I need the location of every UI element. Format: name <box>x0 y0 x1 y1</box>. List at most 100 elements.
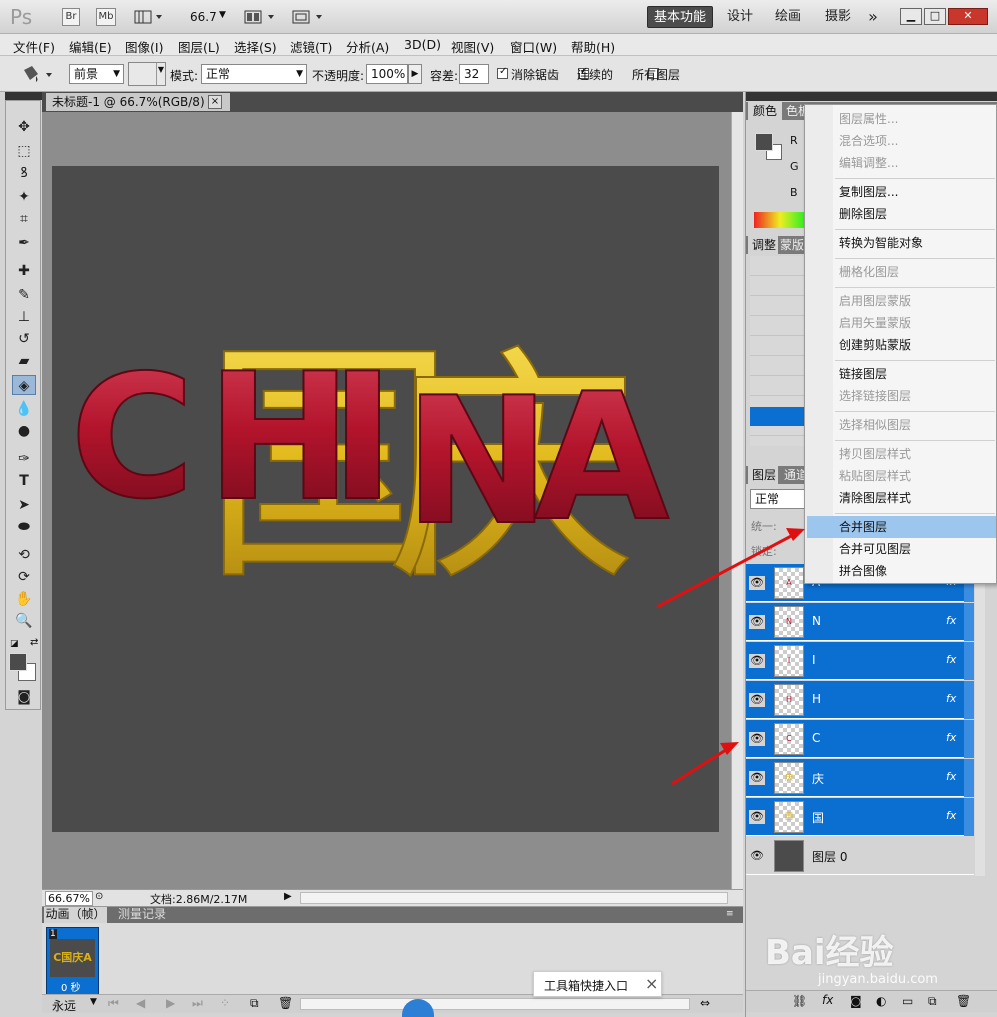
zoom-level[interactable]: 66.7 <box>190 10 217 24</box>
3d-orbit-tool-icon[interactable]: ⟳ <box>12 567 36 587</box>
layers-scrollbar[interactable] <box>975 560 985 876</box>
ellipse-tool-icon[interactable]: ⬬ <box>12 517 36 537</box>
layer-fx-icon[interactable]: fx <box>946 653 956 666</box>
menu-item-delete-layer[interactable]: 删除图层 <box>839 204 887 224</box>
layer-row[interactable]: 👁 H H fx <box>746 681 974 719</box>
panel-fg-swatch[interactable] <box>755 133 773 151</box>
prev-frame-icon[interactable]: ◀ <box>136 996 145 1010</box>
canvas[interactable]: 国 庆 C H I N A <box>52 166 719 832</box>
add-mask-icon[interactable]: ◙ <box>850 994 862 1008</box>
layer-fx-icon[interactable]: fx <box>946 809 956 822</box>
menu-item-flatten-image[interactable]: 拼合图像 <box>839 561 887 581</box>
tab-animation-frames[interactable]: 动画（帧） <box>44 907 107 923</box>
zoom-status[interactable]: 66.67% <box>45 891 93 906</box>
first-frame-icon[interactable]: ⏮ <box>108 996 119 1011</box>
view-extras-icon[interactable] <box>134 9 164 25</box>
color-spectrum-bar[interactable] <box>754 212 806 228</box>
layer-fx-icon[interactable]: fx <box>946 692 956 705</box>
timeline-scrollbar[interactable] <box>300 998 690 1010</box>
menu-analysis[interactable]: 分析(A) <box>346 37 389 56</box>
menu-select[interactable]: 选择(S) <box>234 37 277 56</box>
maximize-icon[interactable]: □ <box>924 8 946 25</box>
layer-effects-toggle[interactable] <box>964 681 974 719</box>
layer-style-icon[interactable]: fx <box>822 993 833 1007</box>
visibility-eye-icon[interactable]: 👁 <box>749 576 765 590</box>
blend-mode-select[interactable]: 正常 ▼ <box>201 64 307 84</box>
visibility-eye-icon[interactable]: 👁 <box>749 615 765 629</box>
menu-filter[interactable]: 滤镜(T) <box>290 37 332 56</box>
status-info-icon[interactable]: ⊙ <box>95 891 103 902</box>
3d-rotate-tool-icon[interactable]: ⟲ <box>12 545 36 565</box>
menu-edit[interactable]: 编辑(E) <box>69 37 112 56</box>
menu-item-merge-layers[interactable]: 合并图层 <box>839 517 887 537</box>
zoom-tool-icon[interactable]: 🔍 <box>12 611 36 631</box>
crop-tool-icon[interactable]: ⌗ <box>12 209 36 229</box>
tab-adjustments[interactable]: 调整 <box>748 236 778 254</box>
layer-row[interactable]: 👁 图层 0 <box>746 837 974 875</box>
hand-tool-icon[interactable]: ✋ <box>12 589 36 609</box>
layer-name[interactable]: 国 <box>812 809 824 826</box>
convert-timeline-icon[interactable]: ⇔ <box>700 996 710 1010</box>
tolerance-input[interactable]: 32 <box>459 64 489 84</box>
brush-tool-icon[interactable]: ✎ <box>12 285 36 305</box>
pen-tool-icon[interactable]: ✑ <box>12 449 36 469</box>
tab-measurement-log[interactable]: 测量记录 <box>112 907 174 923</box>
eyedropper-tool-icon[interactable]: ✒ <box>12 233 36 253</box>
horizontal-scrollbar[interactable] <box>300 892 728 904</box>
zoom-dropdown-icon[interactable]: ▼ <box>219 10 226 20</box>
workspace-essentials[interactable]: 基本功能 <box>647 6 713 28</box>
vertical-scrollbar[interactable] <box>731 112 743 889</box>
status-menu-icon[interactable]: ▶ <box>284 891 292 902</box>
paint-bucket-preset-icon[interactable] <box>18 64 56 84</box>
link-layers-icon[interactable]: ⛓ <box>792 994 807 1008</box>
play-icon[interactable]: ▶ <box>166 996 175 1010</box>
toolbox-shortcut-tip[interactable]: 工具箱快捷入口 × <box>533 971 662 997</box>
minibridge-button[interactable]: Mb <box>96 8 116 26</box>
menu-help[interactable]: 帮助(H) <box>571 37 615 56</box>
menu-item-create-clipping-mask[interactable]: 创建剪贴蒙版 <box>839 335 911 355</box>
menu-item-duplicate-layer[interactable]: 复制图层... <box>839 182 898 202</box>
screen-mode-icon[interactable] <box>292 9 326 25</box>
layer-effects-toggle[interactable] <box>964 642 974 680</box>
duplicate-frame-icon[interactable]: ⧉ <box>250 996 259 1011</box>
layer-effects-toggle[interactable] <box>964 720 974 758</box>
chevron-down-icon[interactable]: ▼ <box>90 997 97 1007</box>
lasso-tool-icon[interactable]: ꝸ <box>12 163 36 183</box>
layer-fx-icon[interactable]: fx <box>946 614 956 627</box>
layer-row[interactable]: 👁 I I fx <box>746 642 974 680</box>
marquee-tool-icon[interactable]: ⬚ <box>12 141 36 161</box>
menu-window[interactable]: 窗口(W) <box>510 37 557 56</box>
tab-layers[interactable]: 图层 <box>748 466 778 484</box>
more-workspaces-icon[interactable]: » <box>862 6 884 28</box>
layer-name[interactable]: C <box>812 731 820 745</box>
animation-frame-1[interactable]: 1 C国庆A 0 秒 <box>46 927 99 995</box>
tab-masks[interactable]: 蒙版 <box>780 236 804 254</box>
close-tip-icon[interactable]: × <box>645 974 658 993</box>
tween-icon[interactable]: ⁘ <box>220 996 230 1010</box>
layer-name[interactable]: 庆 <box>812 770 824 787</box>
default-colors-icon[interactable]: ◪ <box>10 639 19 649</box>
layer-fx-icon[interactable]: fx <box>946 770 956 783</box>
layer-name[interactable]: I <box>812 653 816 667</box>
opacity-input[interactable]: 100% <box>366 64 408 84</box>
dodge-tool-icon[interactable]: ● <box>12 421 36 441</box>
menu-layer[interactable]: 图层(L) <box>178 37 220 56</box>
swap-colors-icon[interactable]: ⇄ <box>30 637 38 648</box>
visibility-eye-icon[interactable]: 👁 <box>749 771 765 785</box>
path-selection-tool-icon[interactable]: ➤ <box>12 495 36 515</box>
healing-brush-tool-icon[interactable]: ✚ <box>12 261 36 281</box>
menu-3d[interactable]: 3D(D) <box>404 37 441 52</box>
history-brush-tool-icon[interactable]: ↺ <box>12 329 36 349</box>
layer-name[interactable]: N <box>812 614 821 628</box>
adjustment-preset-selected[interactable] <box>750 407 804 426</box>
foreground-color-swatch[interactable] <box>9 653 27 671</box>
visibility-eye-icon[interactable]: 👁 <box>749 654 765 668</box>
visibility-eye-icon[interactable]: 👁 <box>749 693 765 707</box>
menu-item-merge-visible[interactable]: 合并可见图层 <box>839 539 911 559</box>
layer-fx-icon[interactable]: fx <box>946 731 956 744</box>
layer-effects-toggle[interactable] <box>964 798 974 836</box>
visibility-eye-icon[interactable]: 👁 <box>749 849 765 863</box>
layer-row[interactable]: 👁 国 国 fx <box>746 798 974 836</box>
adjustment-layer-icon[interactable]: ◐ <box>876 994 886 1008</box>
menu-view[interactable]: 视图(V) <box>451 37 494 56</box>
